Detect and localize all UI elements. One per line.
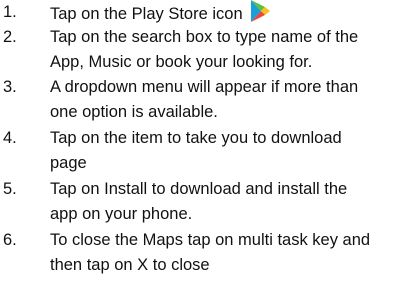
step-number: 3.: [3, 78, 17, 96]
play-store-icon: [250, 0, 271, 22]
step-line: Tap on the search box to type name of th…: [50, 28, 359, 46]
step-number: 2.: [3, 28, 17, 46]
step-line: App, Music or book your looking for.: [50, 53, 313, 71]
step-number: 1.: [3, 3, 17, 21]
step-text: Tap on the search box to type name of th…: [50, 25, 412, 75]
step-line: A dropdown menu will appear if more than: [50, 78, 359, 96]
step-line: one option is available.: [50, 103, 218, 121]
step-text: To close the Maps tap on multi task key …: [50, 228, 412, 278]
step-line: page: [50, 154, 87, 172]
step-text: Tap on Install to download and install t…: [50, 177, 412, 227]
step-line: app on your phone.: [50, 205, 193, 223]
step-text: Tap on the Play Store icon: [50, 0, 412, 25]
step-number: 4.: [3, 129, 17, 147]
step-line: Tap on the item to take you to download: [50, 129, 342, 147]
step-number: 5.: [3, 180, 17, 198]
step-line: Tap on Install to download and install t…: [50, 180, 348, 198]
step-text: Tap on the item to take you to download …: [50, 126, 412, 176]
step-line: Tap on the Play Store icon: [50, 5, 243, 23]
step-number: 6.: [3, 231, 17, 249]
step-line: then tap on X to close: [50, 256, 210, 274]
step-line: To close the Maps tap on multi task key …: [50, 231, 371, 249]
step-text: A dropdown menu will appear if more than…: [50, 75, 412, 125]
